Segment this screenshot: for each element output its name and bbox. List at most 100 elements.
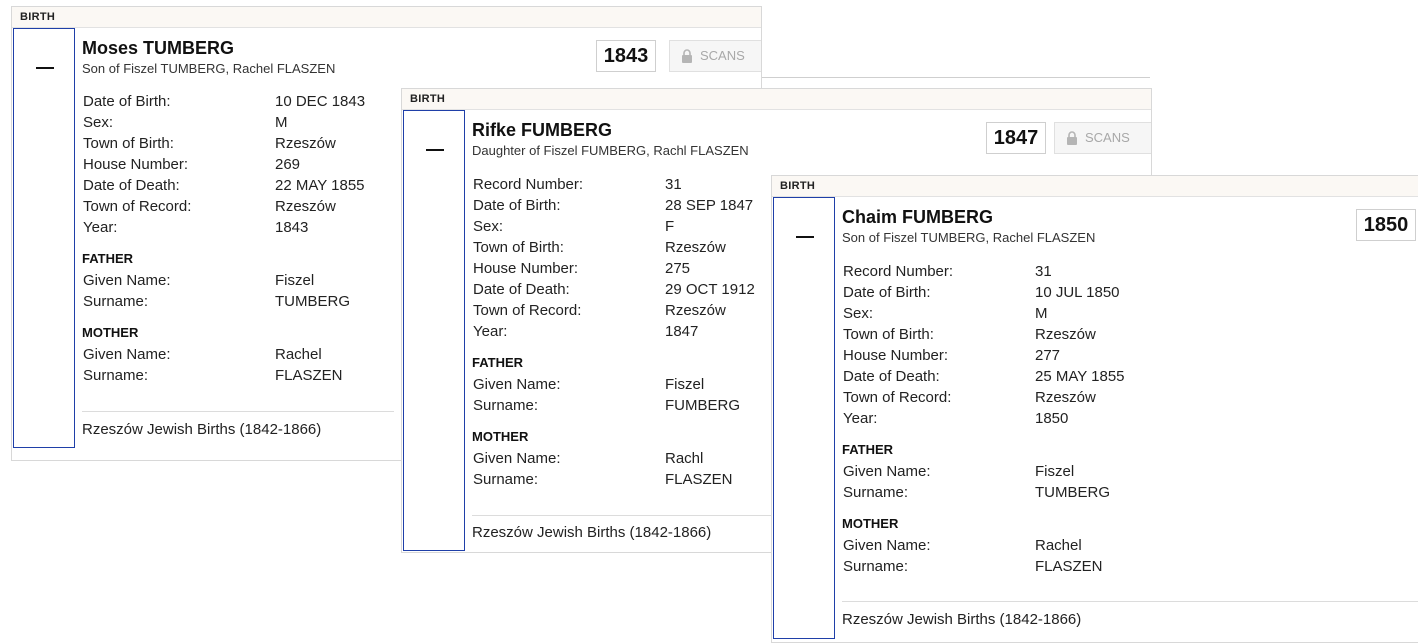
father-given-row: Given Name: Fiszel [843,461,1173,482]
field-row: Sex: F [473,216,773,237]
field-label: Town of Birth: [473,239,564,256]
dash-icon [796,236,814,238]
field-label: Surname: [473,471,539,488]
field-value: 31 [1035,263,1052,280]
field-value: 1843 [275,219,309,236]
field-label: Surname: [83,367,149,384]
field-row: House Number: 269 [83,154,403,175]
field-label: Record Number: [473,176,584,193]
field-row: Town of Birth: Rzeszów [843,324,1173,345]
field-row: Record Number: 31 [473,174,773,195]
field-value: Rzeszów [665,239,726,256]
field-label: Date of Death: [843,368,940,385]
field-label: Record Number: [843,263,954,280]
field-row: Year: 1843 [83,217,403,238]
person-relation: Son of Fiszel TUMBERG, Rachel FLASZEN [842,230,1096,245]
field-value: 22 MAY 1855 [275,177,365,194]
year-badge: 1847 [986,122,1046,154]
field-row: Date of Birth: 10 JUL 1850 [843,282,1173,303]
field-label: Sex: [83,114,114,131]
record-source-link[interactable]: Rzeszów Jewish Births (1842-1866) [842,611,1081,628]
dash-icon [36,67,54,69]
field-label: Town of Record: [843,389,952,406]
year-badge: 1843 [596,40,656,72]
field-label: Surname: [473,397,539,414]
field-value: Rzeszów [275,135,336,152]
field-value: 275 [665,260,691,277]
field-value: TUMBERG [275,293,350,310]
source-divider [472,515,772,516]
field-label: House Number: [83,156,189,173]
lock-icon [1067,131,1077,145]
record-fields: Record Number: 31 Date of Birth: 10 JUL 18… [842,261,1173,577]
record-expand-rail[interactable] [13,28,75,448]
father-heading: FATHER [82,251,134,266]
field-value: Rachel [1035,537,1082,554]
record-expand-rail[interactable] [403,110,465,551]
scans-label: SCANS [1085,130,1130,145]
field-value: 1850 [1035,410,1069,427]
field-value: TUMBERG [1035,484,1110,501]
person-name: Moses TUMBERG [82,38,235,58]
field-label: Year: [83,219,118,236]
field-value: 10 DEC 1843 [275,93,366,110]
field-value: Fiszel [275,272,315,289]
person-relation: Daughter of Fiszel FUMBERG, Rachl FLASZE… [472,143,749,158]
mother-surname-row: Surname: FLASZEN [843,556,1173,577]
father-given-row: Given Name: Fiszel [473,374,773,395]
field-label: Town of Record: [473,302,582,319]
field-label: Year: [843,410,878,427]
field-value: Rzeszów [665,302,726,319]
record-type-tag: BIRTH [402,89,1151,110]
field-label: Surname: [843,558,909,575]
father-surname-row: Surname: TUMBERG [83,291,403,312]
field-label: Date of Birth: [843,284,931,301]
field-row: Town of Birth: Rzeszów [83,133,403,154]
father-surname-row: Surname: FUMBERG [473,395,773,416]
record-fields: Record Number: 31 Date of Birth: 28 SEP 18… [472,174,773,490]
birth-record-card-chaim: BIRTH Chaim FUMBERG Son of Fiszel TUMBER… [771,175,1418,643]
record-source-link[interactable]: Rzeszów Jewish Births (1842-1866) [82,421,321,438]
person-name: Chaim FUMBERG [842,207,994,227]
field-label: Given Name: [473,450,561,467]
father-given-row: Given Name: Fiszel [83,270,403,291]
record-source-link[interactable]: Rzeszów Jewish Births (1842-1866) [472,524,711,541]
record-expand-rail[interactable] [773,197,835,639]
field-value: FLASZEN [1035,558,1103,575]
field-label: Date of Death: [473,281,570,298]
father-heading: FATHER [842,442,894,457]
dash-icon [426,149,444,151]
field-value: Rzeszów [275,198,336,215]
field-row: Year: 1850 [843,408,1173,429]
field-row: Town of Birth: Rzeszów [473,237,773,258]
scans-button[interactable]: SCANS [669,40,761,72]
field-row: Town of Record: Rzeszów [83,196,403,217]
field-label: Sex: [473,218,504,235]
field-value: Rachl [665,450,704,467]
mother-surname-row: Surname: FLASZEN [473,469,773,490]
field-row: Sex: M [843,303,1173,324]
mother-heading: MOTHER [82,325,139,340]
field-value: Fiszel [665,376,705,393]
field-row: Sex: M [83,112,403,133]
field-row: Town of Record: Rzeszów [473,300,773,321]
field-label: Town of Birth: [843,326,934,343]
person-name: Rifke FUMBERG [472,120,613,140]
mother-surname-row: Surname: FLASZEN [83,365,403,386]
father-heading: FATHER [472,355,524,370]
record-type-tag: BIRTH [12,7,761,28]
field-row: Date of Death: 22 MAY 1855 [83,175,403,196]
field-value: 28 SEP 1847 [665,197,754,214]
record-fields: Date of Birth: 10 DEC 1843 Sex: M Town of … [82,91,403,386]
field-row: Date of Birth: 10 DEC 1843 [83,91,403,112]
field-label: Given Name: [83,272,171,289]
field-value: 25 MAY 1855 [1035,368,1125,385]
father-surname-row: Surname: TUMBERG [843,482,1173,503]
field-value: 1847 [665,323,699,340]
field-label: Given Name: [83,346,171,363]
field-label: Given Name: [843,463,931,480]
field-label: Town of Record: [83,198,192,215]
field-label: Given Name: [473,376,561,393]
field-value: Rzeszów [1035,326,1096,343]
scans-button[interactable]: SCANS [1054,122,1151,154]
